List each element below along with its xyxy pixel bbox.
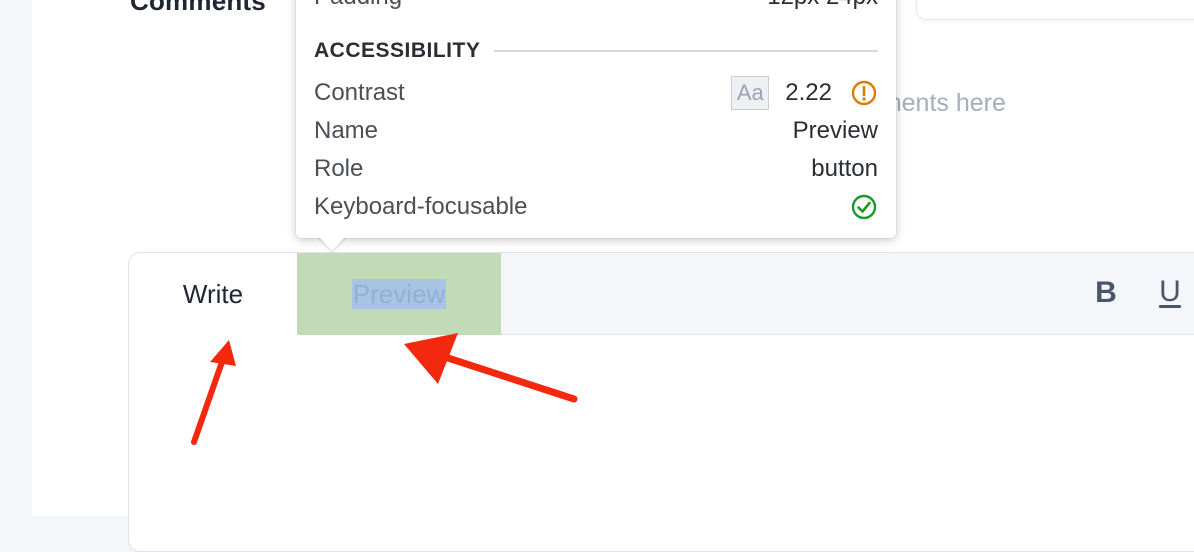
role-value: button — [811, 155, 878, 182]
name-row: Name Preview — [314, 116, 878, 146]
warning-circle-icon — [850, 79, 878, 107]
padding-row: Padding 12px 24px — [314, 0, 878, 12]
element-inspector-tooltip: Padding 12px 24px ACCESSIBILITY Contrast… — [296, 0, 896, 238]
padding-label: Padding — [314, 0, 402, 11]
padding-value: 12px 24px — [767, 0, 878, 11]
tab-write[interactable]: Write — [129, 253, 297, 336]
keyboard-focusable-label: Keyboard-focusable — [314, 193, 528, 220]
contrast-swatch: Aa — [731, 76, 770, 110]
contrast-label: Contrast — [314, 79, 405, 106]
underline-button[interactable]: U — [1155, 273, 1185, 311]
name-value: Preview — [792, 117, 878, 144]
section-heading: Comments — [130, 0, 266, 16]
role-row: Role button — [314, 154, 878, 184]
contrast-value-group: Aa 2.22 — [731, 76, 878, 110]
top-right-card — [916, 0, 1194, 20]
tab-preview-label: Preview — [351, 279, 447, 309]
accessibility-header: ACCESSIBILITY — [314, 36, 878, 66]
accessibility-title: ACCESSIBILITY — [314, 39, 481, 62]
page: Comments mments here Write Preview B U P… — [0, 0, 1194, 552]
contrast-value: 2.22 — [785, 79, 832, 106]
left-gutter — [0, 0, 32, 516]
name-label: Name — [314, 117, 379, 144]
comment-editor: Write Preview B U — [128, 252, 1194, 552]
check-circle-icon — [850, 193, 878, 221]
role-label: Role — [314, 155, 364, 182]
contrast-row: Contrast Aa 2.22 — [314, 76, 878, 110]
divider — [494, 50, 878, 52]
tooltip-pointer — [318, 236, 346, 251]
keyboard-focusable-row: Keyboard-focusable — [314, 192, 878, 222]
bold-button[interactable]: B — [1091, 275, 1121, 311]
tab-preview[interactable]: Preview — [297, 253, 501, 335]
